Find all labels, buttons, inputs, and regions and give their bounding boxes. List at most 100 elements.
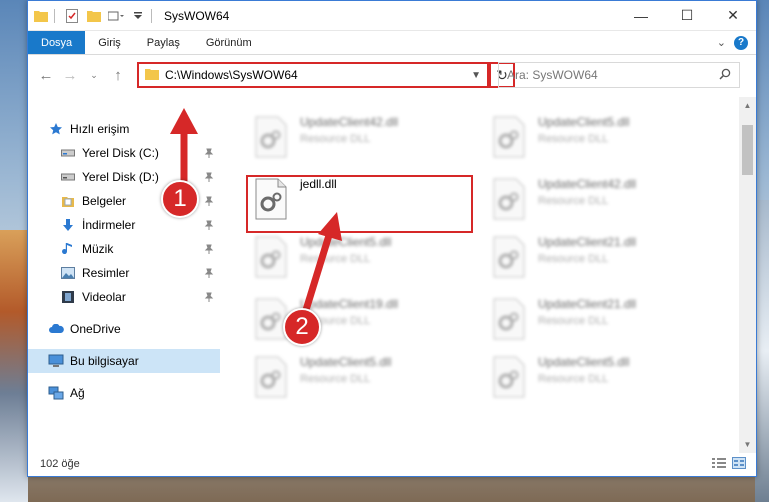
- file-name: UpdateClient5.dll: [538, 115, 630, 129]
- list-item[interactable]: UpdateClient5.dll Resource DLL: [250, 231, 478, 283]
- help-icon[interactable]: ?: [734, 35, 748, 50]
- scroll-up-icon[interactable]: ▲: [739, 97, 756, 114]
- sidebar-item-music[interactable]: Müzik: [28, 237, 220, 261]
- minimize-button[interactable]: —: [618, 1, 664, 31]
- item-count: 102 öğe: [40, 458, 80, 470]
- expand-ribbon-icon[interactable]: ⌄: [717, 36, 726, 49]
- file-text: UpdateClient21.dll Resource DLL: [538, 293, 636, 345]
- scrollbar-thumb[interactable]: [742, 125, 753, 175]
- dll-file-icon: [488, 235, 530, 279]
- file-type: Resource DLL: [538, 195, 609, 207]
- music-icon: [60, 241, 76, 257]
- file-name: UpdateClient5.dll: [538, 355, 630, 369]
- dll-file-icon: [488, 355, 530, 399]
- file-name: UpdateClient42.dll: [300, 115, 399, 129]
- file-type: Resource DLL: [538, 253, 609, 265]
- list-item[interactable]: UpdateClient42.dll Resource DLL: [250, 111, 478, 163]
- ribbon-tabs: Dosya Giriş Paylaş Görünüm ⌄ ?: [28, 31, 756, 55]
- window-controls: — ☐ ✕: [618, 1, 756, 31]
- pin-icon[interactable]: [204, 243, 214, 257]
- file-text: UpdateClient5.dll Resource DLL: [300, 231, 391, 283]
- recent-locations-icon[interactable]: ⌄: [82, 63, 106, 87]
- tab-gorunum[interactable]: Görünüm: [193, 31, 265, 54]
- pictures-icon: [60, 265, 76, 281]
- tab-giris[interactable]: Giriş: [85, 31, 134, 54]
- folder-icon: [32, 1, 50, 31]
- list-item[interactable]: UpdateClient21.dll Resource DLL: [488, 293, 716, 345]
- list-item[interactable]: UpdateClient5.dll Resource DLL: [488, 111, 716, 163]
- toolbar-separator: [54, 8, 55, 23]
- explorer-window: SysWOW64 — ☐ ✕ Dosya Giriş Paylaş Görünü…: [27, 0, 757, 477]
- dll-file-icon: [488, 115, 530, 159]
- new-folder-icon[interactable]: [85, 1, 103, 31]
- dll-file-icon: [250, 355, 292, 399]
- step-marker-2: 2: [283, 308, 321, 346]
- pin-icon[interactable]: [204, 195, 214, 209]
- scroll-down-icon[interactable]: ▼: [739, 436, 756, 453]
- file-text: UpdateClient5.dll Resource DLL: [300, 351, 391, 403]
- close-button[interactable]: ✕: [710, 1, 756, 31]
- star-icon: [48, 121, 64, 137]
- file-text: UpdateClient5.dll Resource DLL: [538, 111, 629, 163]
- chevron-down-icon[interactable]: ▼: [471, 70, 481, 81]
- sidebar-item-label: Belgeler: [82, 194, 127, 208]
- tiles-view-icon[interactable]: [732, 456, 746, 472]
- sidebar-item-label: Müzik: [82, 242, 114, 256]
- properties-icon[interactable]: [63, 1, 81, 31]
- details-view-icon[interactable]: [712, 457, 726, 472]
- sidebar-item-videos[interactable]: Videolar: [28, 285, 220, 309]
- address-bar[interactable]: C:\Windows\SysWOW64 ▼: [137, 62, 489, 88]
- drive-icon: [60, 169, 76, 185]
- up-arrow-icon[interactable]: ↑: [106, 63, 130, 87]
- desktop-background-left: [0, 230, 28, 502]
- quick-access-dropdown-icon[interactable]: [129, 1, 147, 31]
- sidebar-item-pictures[interactable]: Resimler: [28, 261, 220, 285]
- file-text: UpdateClient5.dll Resource DLL: [538, 351, 629, 403]
- file-type: Resource DLL: [538, 315, 609, 327]
- drive-icon: [60, 145, 76, 161]
- title-bar: SysWOW64 — ☐ ✕: [28, 1, 756, 31]
- sidebar-item-quick-access[interactable]: Hızlı erişim: [28, 117, 220, 141]
- sidebar-item-this-pc[interactable]: Bu bilgisayar: [28, 349, 220, 373]
- list-item[interactable]: UpdateClient5.dll Resource DLL: [250, 351, 478, 403]
- sidebar-item-disk-c[interactable]: Yerel Disk (C:): [28, 141, 220, 165]
- pin-icon[interactable]: [204, 219, 214, 233]
- sidebar-item-label: Resimler: [82, 266, 130, 280]
- video-icon: [60, 289, 76, 305]
- file-text: UpdateClient42.dll Resource DLL: [538, 173, 636, 225]
- pin-icon[interactable]: [204, 171, 214, 185]
- tab-paylas[interactable]: Paylaş: [134, 31, 193, 54]
- sidebar-item-downloads[interactable]: İndirmeler: [28, 213, 220, 237]
- pin-icon[interactable]: [204, 147, 214, 161]
- list-item[interactable]: UpdateClient42.dll Resource DLL: [488, 173, 716, 225]
- file-text: UpdateClient42.dll Resource DLL: [300, 111, 398, 163]
- status-bar: 102 öğe: [28, 452, 756, 476]
- sidebar-item-onedrive[interactable]: OneDrive: [28, 317, 220, 341]
- list-item[interactable]: UpdateClient5.dll Resource DLL: [488, 351, 716, 403]
- documents-icon: [60, 193, 76, 209]
- search-icon[interactable]: [719, 68, 731, 83]
- search-input[interactable]: Ara: SysWOW64: [498, 62, 740, 88]
- maximize-button[interactable]: ☐: [664, 1, 710, 31]
- file-name: UpdateClient19.dll: [300, 297, 399, 311]
- forward-arrow-icon[interactable]: →: [58, 63, 82, 87]
- tab-dosya[interactable]: Dosya: [28, 31, 86, 54]
- sidebar-item-label: İndirmeler: [82, 218, 136, 232]
- sidebar-item-label: Hızlı erişim: [70, 122, 130, 136]
- file-type: Resource DLL: [300, 253, 371, 265]
- pin-icon[interactable]: [204, 267, 214, 281]
- sidebar-item-label: OneDrive: [70, 322, 121, 336]
- sidebar-item-label: Yerel Disk (D:): [82, 170, 159, 184]
- customize-toolbar-icon[interactable]: [107, 1, 125, 31]
- navigation-bar: ← → ⌄ ↑ C:\Windows\SysWOW64 ▼ ↻ Ara: Sys…: [28, 55, 756, 95]
- list-item[interactable]: UpdateClient21.dll Resource DLL: [488, 231, 716, 283]
- navigation-pane: Hızlı erişim Yerel Disk (C:) Yerel Disk …: [28, 97, 220, 453]
- network-icon: [48, 385, 64, 401]
- vertical-scrollbar[interactable]: ▲ ▼: [739, 97, 756, 453]
- pin-icon[interactable]: [204, 291, 214, 305]
- back-arrow-icon[interactable]: ←: [34, 63, 58, 87]
- file-type: Resource DLL: [538, 373, 609, 385]
- sidebar-item-network[interactable]: Ağ: [28, 381, 220, 405]
- cloud-icon: [48, 321, 64, 337]
